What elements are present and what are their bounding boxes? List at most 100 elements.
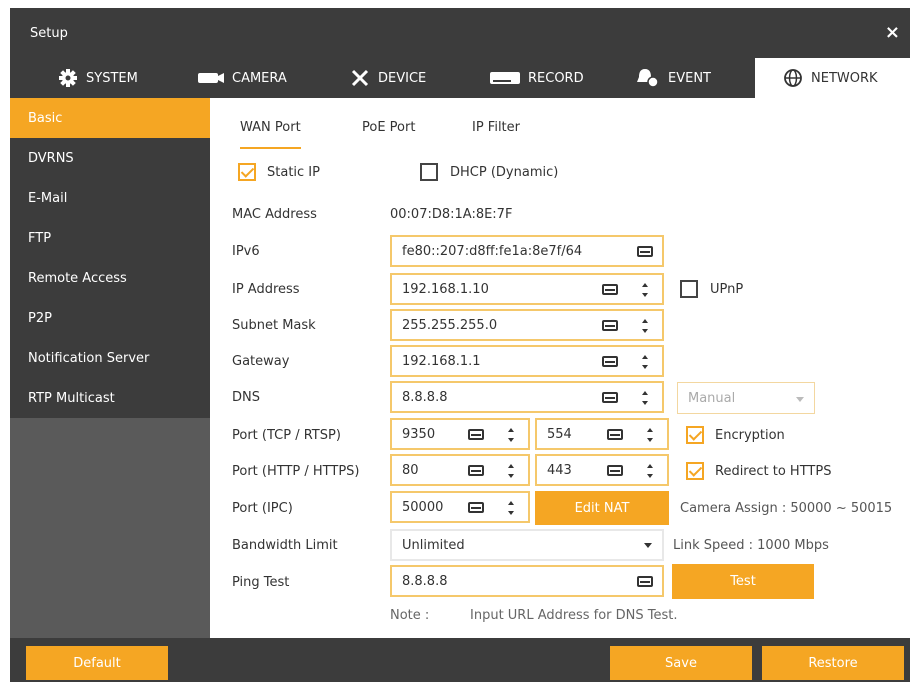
keyboard-icon[interactable] [602,392,618,403]
upnp-label: UPnP [710,282,744,297]
footer-bar: Default Save Restore [10,638,910,682]
redirect-https-checkbox[interactable] [686,462,704,480]
keyboard-icon[interactable] [607,429,623,440]
port-ipc-label: Port (IPC) [232,501,293,516]
dhcp-checkbox[interactable] [420,163,438,181]
dns-label: DNS [232,390,260,405]
camera-assign-text: Camera Assign : 50000 ~ 50015 [680,501,893,516]
ip-address-field[interactable]: 192.168.1.10 [390,273,664,305]
dns-value: 8.8.8.8 [402,390,448,405]
sidebar-item-rtp-multicast[interactable]: RTP Multicast [10,378,210,418]
keyboard-icon[interactable] [602,284,618,295]
sidebar-item-ftp[interactable]: FTP [10,218,210,258]
subtab-ip-filter[interactable]: IP Filter [472,120,520,135]
encryption-checkbox[interactable] [686,426,704,444]
title-bar: Setup × [10,8,910,58]
tab-label: DEVICE [378,70,427,86]
tools-icon [351,69,369,87]
spinner-icon[interactable] [506,460,516,482]
subnet-mask-value: 255.255.255.0 [402,318,498,333]
sidebar-item-p2p[interactable]: P2P [10,298,210,338]
port-tcp-value: 9350 [402,427,436,442]
tab-event[interactable]: EVENT [636,58,711,98]
bandwidth-limit-value: Unlimited [402,538,465,553]
port-tcp-field[interactable]: 9350 [390,418,530,450]
tab-device[interactable]: DEVICE [350,58,426,98]
test-button[interactable]: Test [672,564,814,599]
upnp-checkbox[interactable] [680,280,698,298]
event-icon [637,69,659,88]
main-tab-bar: SYSTEM CAMERA DEVICE RECORD EVENT NETWOR… [10,58,910,98]
edit-nat-button[interactable]: Edit NAT [535,491,669,525]
port-tcp-rtsp-label: Port (TCP / RTSP) [232,428,341,443]
ipv6-value: fe80::207:d8ff:fe1a:8e7f/64 [402,244,583,259]
sidebar-item-basic[interactable]: Basic [10,98,210,138]
keyboard-icon[interactable] [602,356,618,367]
spinner-icon[interactable] [640,279,650,301]
spinner-icon[interactable] [645,460,655,482]
tab-label: RECORD [528,70,584,86]
keyboard-icon[interactable] [607,465,623,476]
tab-network[interactable]: NETWORK [755,58,910,98]
ping-test-label: Ping Test [232,575,290,590]
port-http-value: 80 [402,463,419,478]
ping-test-value: 8.8.8.8 [402,574,448,589]
static-ip-label: Static IP [267,165,320,180]
keyboard-icon[interactable] [468,502,484,513]
sidebar-item-email[interactable]: E-Mail [10,178,210,218]
gateway-label: Gateway [232,354,290,369]
sidebar: Basic DVRNS E-Mail FTP Remote Access P2P… [10,98,210,638]
spinner-icon[interactable] [506,424,516,446]
tab-label: NETWORK [811,70,878,86]
mac-address-value: 00:07:D8:1A:8E:7F [390,207,513,222]
ping-test-field[interactable]: 8.8.8.8 [390,565,664,597]
keyboard-icon[interactable] [602,320,618,331]
dns-field[interactable]: 8.8.8.8 [390,381,664,413]
subtab-poe-port[interactable]: PoE Port [362,120,415,135]
port-http-https-label: Port (HTTP / HTTPS) [232,464,360,479]
restore-button[interactable]: Restore [762,646,904,680]
tab-label: EVENT [668,70,711,86]
note-label: Note : [390,608,430,623]
chevron-down-icon [644,543,652,548]
ip-address-value: 192.168.1.10 [402,282,489,297]
ipv6-field[interactable]: fe80::207:d8ff:fe1a:8e7f/64 [390,235,664,267]
port-https-value: 443 [547,463,572,478]
keyboard-icon[interactable] [468,429,484,440]
tab-system[interactable]: SYSTEM [58,58,138,98]
chevron-down-icon [796,397,804,402]
subtab-wan-port[interactable]: WAN Port [240,120,301,149]
dns-mode-select: Manual [677,382,815,414]
gateway-field[interactable]: 192.168.1.1 [390,345,664,377]
spinner-icon[interactable] [645,424,655,446]
subnet-mask-field[interactable]: 255.255.255.0 [390,309,664,341]
default-button[interactable]: Default [26,646,168,680]
network-basic-panel: WAN Port PoE Port IP Filter Static IP DH… [210,98,910,638]
sidebar-item-notification-server[interactable]: Notification Server [10,338,210,378]
static-ip-checkbox[interactable] [238,163,256,181]
camera-icon [198,73,224,83]
port-https-field[interactable]: 443 [535,454,669,486]
port-rtsp-field[interactable]: 554 [535,418,669,450]
port-ipc-field[interactable]: 50000 [390,491,530,523]
spinner-icon[interactable] [640,315,650,337]
keyboard-icon[interactable] [637,246,653,257]
subnet-mask-label: Subnet Mask [232,318,316,333]
encryption-label: Encryption [715,428,785,443]
bandwidth-limit-select[interactable]: Unlimited [390,529,664,561]
save-button[interactable]: Save [610,646,752,680]
port-http-field[interactable]: 80 [390,454,530,486]
tab-record[interactable]: RECORD [490,58,584,98]
sidebar-item-dvrns[interactable]: DVRNS [10,138,210,178]
spinner-icon[interactable] [640,387,650,409]
sidebar-item-remote-access[interactable]: Remote Access [10,258,210,298]
keyboard-icon[interactable] [468,465,484,476]
ip-address-label: IP Address [232,282,300,297]
keyboard-icon[interactable] [637,576,653,587]
note-text: Input URL Address for DNS Test. [470,608,678,623]
spinner-icon[interactable] [640,351,650,373]
spinner-icon[interactable] [506,497,516,519]
close-icon[interactable]: × [885,22,900,43]
tab-camera[interactable]: CAMERA [198,58,287,98]
dns-mode-value: Manual [688,391,736,406]
